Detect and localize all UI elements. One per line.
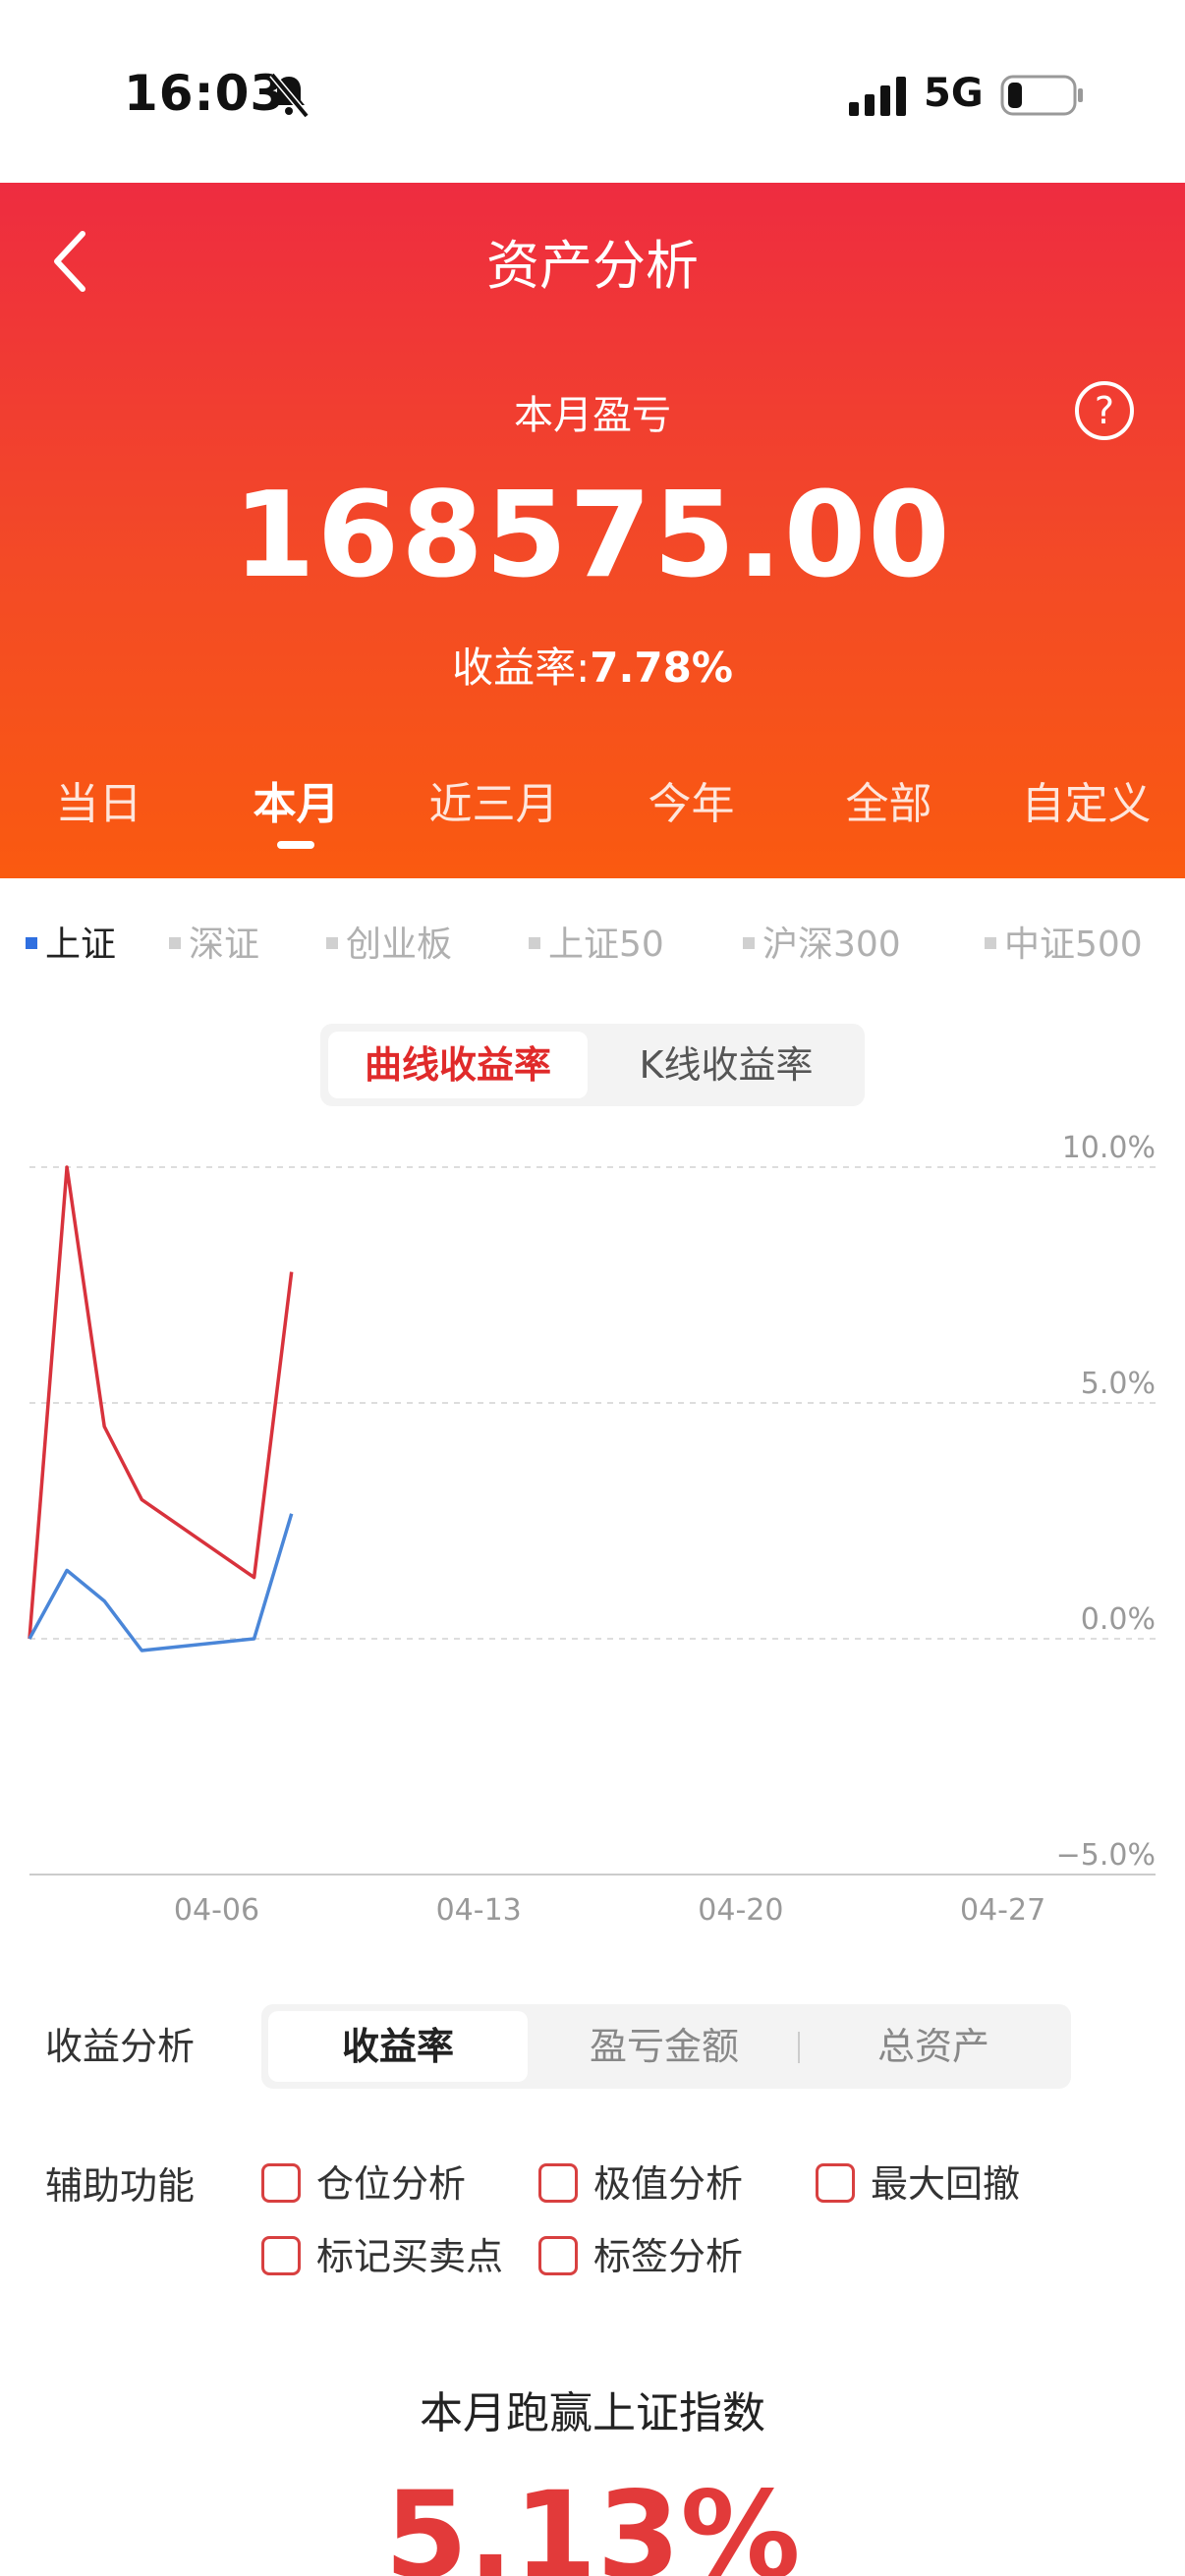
index-tab-csi500[interactable]: 中证500 <box>985 916 1143 967</box>
checkbox-icon <box>538 2162 578 2203</box>
checkbox-label: 标记买卖点 <box>316 2235 504 2278</box>
summary-value: 168575.00 <box>233 468 952 604</box>
index-tab-shenzhen[interactable]: 深证 <box>169 916 259 967</box>
analysis-tab-profit-amount[interactable]: 盈亏金额 <box>535 2011 794 2082</box>
chart-mode-toggle: 曲线收益率 K线收益率 <box>320 1024 865 1106</box>
index-dot <box>529 937 540 949</box>
mode-kline-button[interactable]: K线收益率 <box>595 1032 857 1098</box>
return-rate-label: 收益率: <box>452 644 591 692</box>
index-tabs: 上证 深证 创业板 上证50 沪深300 中证500 <box>0 916 1185 971</box>
tab-this-year[interactable]: 今年 <box>592 768 790 831</box>
x-tick-label: 04-27 <box>960 1893 1045 1928</box>
analysis-tab-total-assets[interactable]: 总资产 <box>804 2011 1063 2082</box>
signal-icon <box>849 77 906 116</box>
y-tick-label: 0.0% <box>1081 1602 1156 1637</box>
page-title: 资产分析 <box>486 235 699 297</box>
tab-this-month[interactable]: 本月 <box>198 768 395 831</box>
analysis-label: 收益分析 <box>45 2025 196 2068</box>
status-time: 16:03 <box>124 65 286 122</box>
status-bar: 16:03 5G <box>0 0 1185 183</box>
x-tick-label: 04-06 <box>174 1893 259 1928</box>
tab-all[interactable]: 全部 <box>790 768 988 831</box>
tab-today[interactable]: 当日 <box>0 768 198 831</box>
index-dot <box>26 937 37 949</box>
tab-three-months[interactable]: 近三月 <box>395 768 592 831</box>
beat-index-value: 5.13% <box>384 2466 801 2576</box>
index-tab-shanghai[interactable]: 上证 <box>26 916 116 967</box>
bell-muted-icon <box>269 72 310 118</box>
tab-active-indicator <box>277 841 314 849</box>
checkbox-label: 最大回撤 <box>871 2162 1021 2206</box>
checkbox-extreme-analysis[interactable]: 极值分析 <box>538 2154 743 2208</box>
summary-label: 本月盈亏 <box>514 393 671 438</box>
index-tab-label: 上证 <box>45 924 117 965</box>
mode-curve-button[interactable]: 曲线收益率 <box>328 1032 588 1098</box>
index-dot <box>985 937 996 949</box>
checkbox-icon <box>816 2162 855 2203</box>
index-dot <box>743 937 755 949</box>
y-tick-label: −5.0% <box>1056 1838 1156 1873</box>
y-tick-label: 5.0% <box>1081 1367 1156 1401</box>
checkbox-label: 标签分析 <box>593 2235 744 2278</box>
index-tab-label: 中证500 <box>1004 924 1143 965</box>
checkbox-label: 仓位分析 <box>316 2162 467 2206</box>
checkbox-tag-analysis[interactable]: 标签分析 <box>538 2226 743 2280</box>
checkbox-max-drawdown[interactable]: 最大回撤 <box>816 2154 1020 2208</box>
checkbox-icon <box>261 2235 301 2275</box>
tab-custom[interactable]: 自定义 <box>988 768 1185 831</box>
return-rate-value: 7.78% <box>590 644 733 692</box>
network-label: 5G <box>924 71 984 116</box>
index-tab-chinext[interactable]: 创业板 <box>326 916 452 967</box>
y-tick-label: 10.0% <box>1062 1131 1156 1165</box>
index-tab-label: 创业板 <box>346 924 453 965</box>
x-tick-label: 04-13 <box>436 1893 522 1928</box>
checkbox-trade-markers[interactable]: 标记买卖点 <box>261 2226 503 2280</box>
index-dot <box>169 937 181 949</box>
checkbox-label: 极值分析 <box>593 2162 744 2206</box>
period-tabs: 当日 本月 近三月 今年 全部 自定义 <box>0 768 1185 857</box>
header: 资产分析 ? 本月盈亏 168575.00 收益率:7.78% 当日 本月 近三… <box>0 183 1185 878</box>
index-tab-csi300[interactable]: 沪深300 <box>743 916 901 967</box>
return-rate: 收益率:7.78% <box>0 635 1185 695</box>
checkbox-icon <box>538 2235 578 2275</box>
beat-index-title: 本月跑赢上证指数 <box>420 2388 765 2438</box>
return-chart: 10.0% 5.0% 0.0% −5.0% 04-06 04-13 04-20 04-27 <box>28 1131 1156 1928</box>
analysis-toggle: 收益率 盈亏金额 总资产 <box>261 2004 1071 2089</box>
index-tab-sse50[interactable]: 上证50 <box>529 916 664 967</box>
x-tick-label: 04-20 <box>698 1893 783 1928</box>
checkbox-icon <box>261 2162 301 2203</box>
index-series-line <box>28 1513 294 1652</box>
auxiliary-label: 辅助功能 <box>45 2164 196 2208</box>
analysis-tab-return-rate[interactable]: 收益率 <box>268 2011 528 2082</box>
checkbox-position-analysis[interactable]: 仓位分析 <box>261 2154 466 2208</box>
analysis-separator <box>798 2032 800 2063</box>
index-dot <box>326 937 338 949</box>
battery-icon <box>1000 75 1083 116</box>
index-tab-label: 深证 <box>189 924 260 965</box>
index-tab-label: 沪深300 <box>762 924 901 965</box>
index-tab-label: 上证50 <box>548 924 664 965</box>
